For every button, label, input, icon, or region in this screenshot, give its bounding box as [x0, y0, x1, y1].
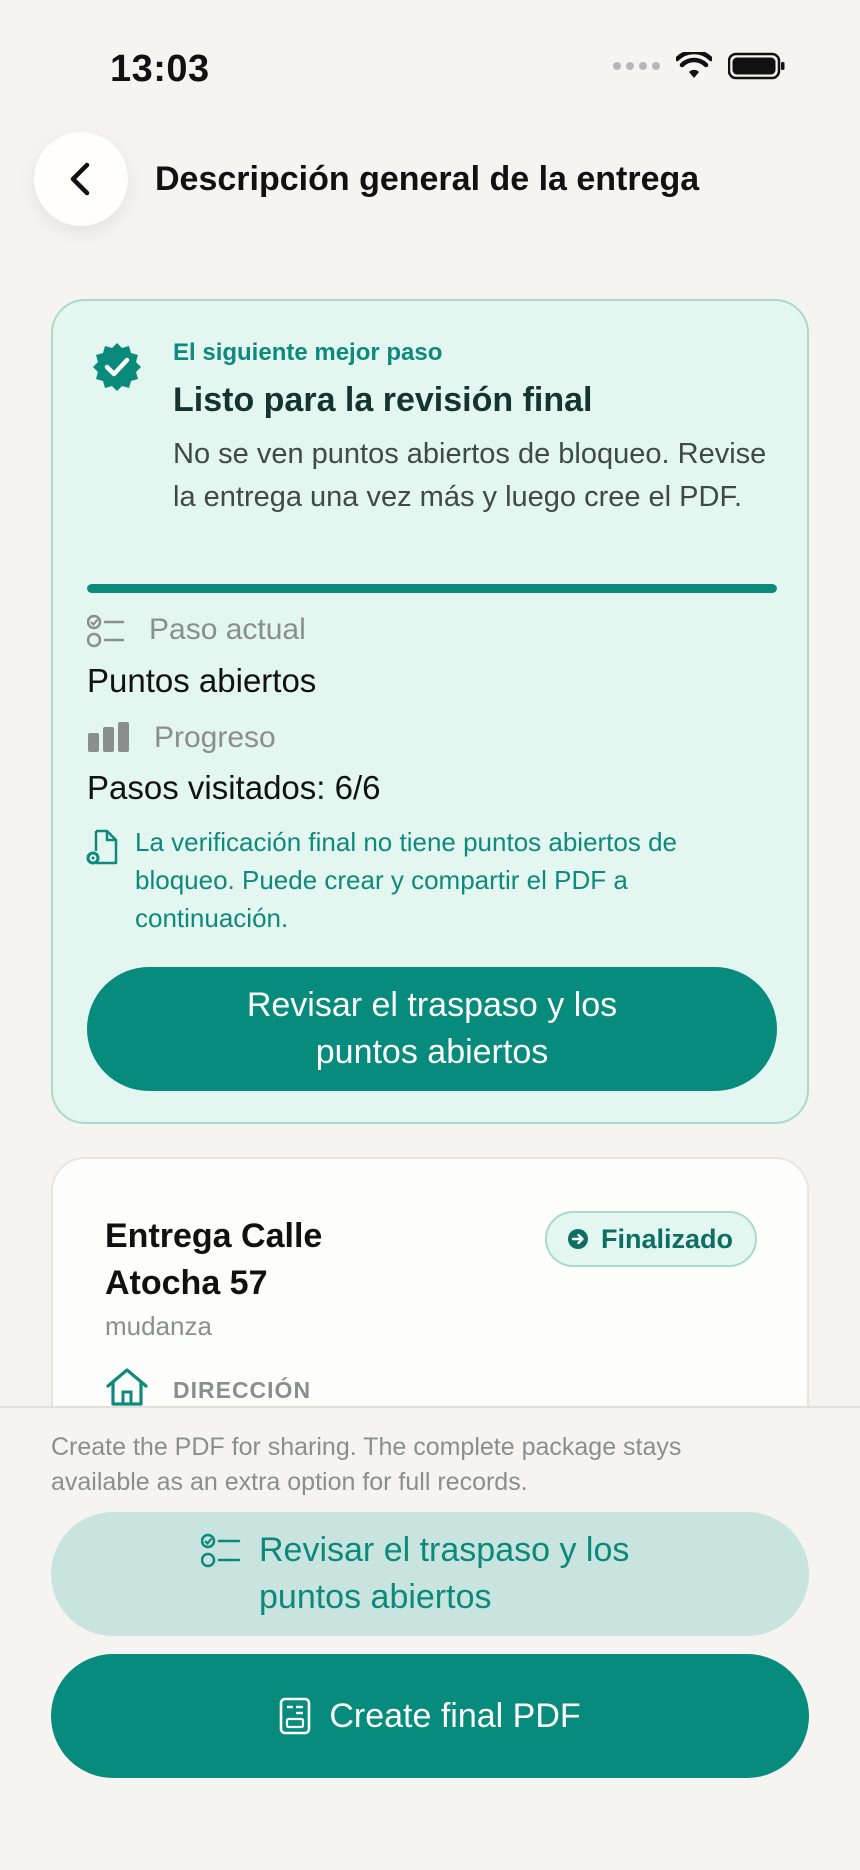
handover-type: mudanza: [105, 1311, 212, 1341]
status-badge-label: Finalizado: [600, 1223, 733, 1254]
bar-chart-icon: [88, 722, 129, 752]
checklist-icon: [87, 614, 125, 648]
sheet-hint-text: Create the PDF for sharing. The complete…: [51, 1433, 682, 1496]
arrow-circle-icon: [567, 1229, 588, 1249]
next-step-description: No se ven puntos abiertos de bloqueo. Re…: [173, 438, 767, 513]
home-icon: [106, 1368, 148, 1406]
document-icon: [280, 1697, 311, 1735]
review-handover-button-label: Revisar el traspaso y los puntos abierto…: [246, 986, 618, 1071]
review-handover-button[interactable]: Revisar el traspaso y los puntos abierto…: [87, 967, 777, 1091]
next-step-title: Listo para la revisión final: [173, 381, 593, 419]
progress-bar: [87, 584, 777, 593]
next-step-eyebrow: El siguiente mejor paso: [173, 339, 443, 366]
create-final-pdf-button[interactable]: Create final PDF: [51, 1654, 809, 1778]
progress-label: Progreso: [154, 721, 276, 754]
status-time: 13:03: [110, 48, 210, 90]
checklist-icon: [201, 1533, 241, 1568]
create-final-pdf-label: Create final PDF: [329, 1696, 581, 1735]
verified-badge-icon: [93, 343, 141, 391]
status-icons: [613, 52, 786, 80]
status-badge: Finalizado: [544, 1211, 757, 1267]
address-label: DIRECCIÓN: [173, 1377, 312, 1403]
document-settings-icon: [86, 829, 118, 865]
back-button[interactable]: [34, 132, 128, 226]
page-title: Descripción general de la entrega: [155, 160, 700, 198]
battery-icon: [728, 52, 785, 80]
bottom-action-sheet: Create the PDF for sharing. The complete…: [0, 1406, 860, 1870]
progress-bar-fill: [87, 584, 777, 593]
review-handover-secondary-label: Revisar el traspaso y los puntos abierto…: [259, 1531, 630, 1616]
wifi-icon: [676, 52, 712, 78]
next-step-card: El siguiente mejor paso Listo para la re…: [51, 299, 809, 1124]
screen: 13:03 Descripción general de la entrega: [0, 0, 860, 1870]
handover-title: Entrega Calle Atocha 57: [105, 1217, 323, 1302]
progress-value: Pasos visitados: 6/6: [87, 769, 381, 806]
cellular-signal-icon: [613, 62, 660, 70]
review-handover-secondary-button[interactable]: Revisar el traspaso y los puntos abierto…: [51, 1512, 809, 1636]
current-step-value: Puntos abiertos: [87, 662, 317, 699]
chevron-left-icon: [70, 162, 90, 196]
status-bar: 13:03: [0, 0, 860, 130]
final-check-note: La verificación final no tiene puntos ab…: [135, 827, 678, 933]
current-step-label: Paso actual: [149, 613, 306, 646]
